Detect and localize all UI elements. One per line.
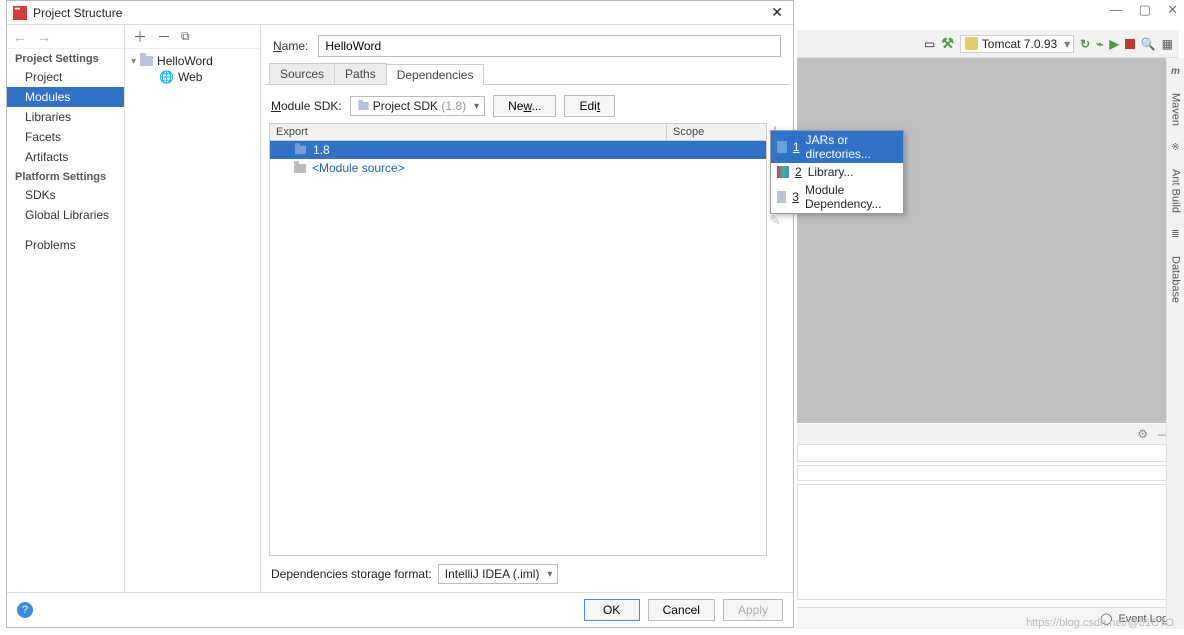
close-main-icon[interactable]: ✕ [1167, 2, 1178, 18]
close-icon[interactable]: ✕ [767, 4, 787, 21]
watermark-text: https://blog.csdn.net/@51CTO [1026, 617, 1174, 629]
name-label: Name: [273, 39, 308, 53]
tree-module-row[interactable]: ▾ HelloWord [125, 53, 260, 69]
dialog-titlebar: Project Structure ✕ [7, 1, 793, 25]
tree-module-label: HelloWord [157, 54, 213, 68]
main-window-controls: — ▢ ✕ [1110, 2, 1178, 18]
column-export[interactable]: Export [270, 124, 666, 140]
right-tool-strip: m Maven ※ Ant Build ≣ Database [1166, 58, 1184, 629]
ant-build-tab[interactable]: Ant Build [1170, 169, 1182, 213]
apply-button[interactable]: Apply [723, 599, 783, 621]
stop-icon[interactable] [1125, 39, 1135, 49]
help-icon[interactable]: ? [17, 602, 33, 618]
run-config-combo[interactable]: Tomcat 7.0.93 [960, 35, 1074, 53]
tab-sources[interactable]: Sources [269, 63, 335, 84]
ok-button[interactable]: OK [584, 599, 640, 621]
run-icon[interactable]: ↻ [1080, 37, 1090, 51]
column-scope[interactable]: Scope [666, 124, 766, 140]
project-structure-dialog: Project Structure ✕ ← → Project Settings… [6, 0, 794, 628]
sidebar-item-project[interactable]: Project [7, 67, 124, 87]
platform-settings-header: Platform Settings [7, 167, 124, 185]
maven-tab[interactable]: Maven [1170, 93, 1182, 126]
bg-slab-1 [797, 444, 1176, 462]
module-name-input[interactable] [318, 35, 781, 57]
database-icon: ≣ [1171, 229, 1179, 240]
web-icon: 🌐 [159, 70, 174, 84]
maven-icon: m [1171, 66, 1180, 77]
maximize-icon[interactable]: ▢ [1139, 2, 1151, 18]
sdk-new-button[interactable]: New... [493, 95, 556, 117]
jars-icon [777, 141, 787, 153]
tomcat-icon [965, 37, 978, 50]
sidebar-item-facets[interactable]: Facets [7, 127, 124, 147]
sidebar-item-artifacts[interactable]: Artifacts [7, 147, 124, 167]
bg-slab-2 [797, 465, 1176, 481]
sidebar-item-problems[interactable]: Problems [7, 235, 124, 255]
tree-web-label: Web [178, 70, 202, 84]
dialog-title: Project Structure [33, 6, 767, 20]
debug-icon[interactable]: ⌁ [1096, 37, 1103, 51]
tab-dependencies[interactable]: Dependencies [386, 64, 485, 85]
add-module-icon[interactable]: ＋ [133, 27, 147, 47]
app-icon [13, 6, 27, 20]
module-icon [140, 56, 153, 66]
sidebar-item-global-libraries[interactable]: Global Libraries [7, 205, 124, 225]
sidebar-item-modules[interactable]: Modules [7, 87, 124, 107]
remove-module-icon[interactable]: － [157, 27, 171, 47]
module-tree: ＋ － ⧉ ▾ HelloWord 🌐 Web [125, 25, 261, 592]
edit-dependency-icon[interactable]: ✎ [767, 212, 783, 228]
sidebar-item-libraries[interactable]: Libraries [7, 107, 124, 127]
build-icon[interactable]: ⚒ [941, 35, 954, 52]
folder-icon [295, 146, 306, 155]
toolbar-more-icon[interactable]: ▦ [1162, 37, 1173, 51]
tree-toolbar: ＋ － ⧉ [125, 25, 260, 49]
tab-paths[interactable]: Paths [334, 63, 387, 84]
copy-module-icon[interactable]: ⧉ [181, 29, 190, 44]
run-config-label: Tomcat 7.0.93 [982, 37, 1057, 51]
dialog-footer: ? OK Cancel Apply [7, 592, 793, 627]
select-run-icon[interactable]: ▭ [924, 37, 935, 51]
sdk-icon [358, 102, 368, 110]
coverage-icon[interactable]: ▶ [1109, 37, 1118, 51]
forward-icon[interactable]: → [37, 29, 51, 45]
module-sdk-label: Module SDK: [271, 99, 342, 113]
add-dependency-popup: 1 JARs or directories... 2 Library... 3 … [770, 130, 904, 214]
menu-item-library[interactable]: 2 Library... [771, 163, 903, 181]
ant-icon: ※ [1171, 142, 1179, 153]
module-detail: Name: Sources Paths Dependencies Module … [261, 25, 793, 592]
module-tabs: Sources Paths Dependencies [265, 63, 789, 85]
dependencies-table: Export Scope 1.8 <Module source> ＋ － [269, 123, 767, 556]
nav-history: ← → [7, 25, 124, 49]
cancel-button[interactable]: Cancel [648, 599, 715, 621]
sdk-edit-button[interactable]: Edit [564, 95, 615, 117]
menu-item-jars[interactable]: 1 JARs or directories... [771, 131, 903, 163]
dependency-row-sdk[interactable]: 1.8 [270, 141, 766, 159]
tree-web-row[interactable]: 🌐 Web [125, 69, 260, 85]
tool-window-header: ⚙ — [797, 424, 1178, 444]
gear-icon[interactable]: ⚙ [1137, 427, 1148, 441]
minimize-icon[interactable]: — [1110, 2, 1123, 18]
dependency-row-module-source[interactable]: <Module source> [270, 159, 766, 177]
database-tab[interactable]: Database [1170, 256, 1182, 303]
folder-icon [294, 164, 306, 173]
bg-slab-3 [797, 484, 1176, 600]
module-sdk-combo[interactable]: Project SDK (1.8) [350, 96, 485, 116]
library-icon [777, 166, 789, 178]
module-dep-icon [777, 191, 786, 203]
project-settings-header: Project Settings [7, 49, 124, 67]
chevron-down-icon[interactable]: ▾ [131, 56, 136, 67]
search-icon[interactable]: 🔍 [1141, 37, 1156, 51]
storage-label: Dependencies storage format: [271, 567, 432, 581]
sidebar-item-sdks[interactable]: SDKs [7, 185, 124, 205]
menu-item-module-dependency[interactable]: 3 Module Dependency... [771, 181, 903, 213]
editor-area [797, 58, 1176, 423]
storage-format-combo[interactable]: IntelliJ IDEA (.iml) [438, 564, 559, 584]
settings-sidebar: ← → Project Settings Project Modules Lib… [7, 25, 125, 592]
back-icon[interactable]: ← [13, 29, 27, 45]
background-toolbar: ▭ ⚒ Tomcat 7.0.93 ↻ ⌁ ▶ 🔍 ▦ [797, 30, 1179, 58]
